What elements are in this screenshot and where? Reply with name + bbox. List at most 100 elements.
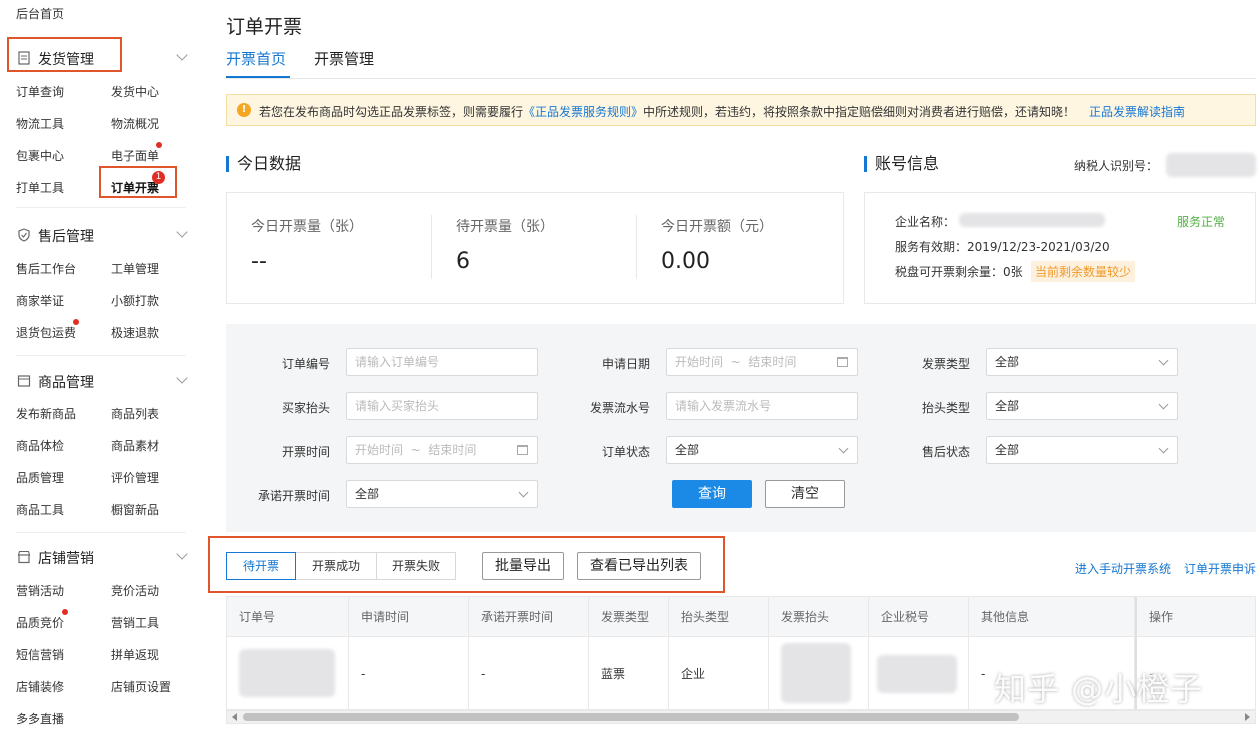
sidebar-item-publish-goods[interactable]: 发布新商品	[16, 405, 76, 422]
col-action: 操作	[1135, 597, 1255, 637]
sidebar-item-aftersale-desk[interactable]: 售后工作台	[16, 260, 76, 277]
chevron-down-icon	[838, 443, 849, 454]
sidebar-item-logistics-tools[interactable]: 物流工具	[16, 115, 64, 132]
sidebar-item-goods-tools[interactable]: 商品工具	[16, 501, 64, 518]
validity-value: 2019/12/23-2021/03/20	[967, 240, 1110, 254]
sidebar-section-aftersale[interactable]: 售后管理	[0, 220, 196, 250]
tab-pending[interactable]: 待开票	[226, 552, 296, 580]
chevron-down-icon[interactable]	[176, 228, 188, 240]
chevron-down-icon[interactable]	[176, 374, 188, 386]
cell-apply-time: -	[349, 637, 469, 709]
sidebar-item-goods-assets[interactable]: 商品素材	[111, 437, 159, 454]
sidebar-item-bidding-events[interactable]: 竞价活动	[111, 582, 159, 599]
sidebar-item-quality-management[interactable]: 品质管理	[16, 469, 64, 486]
sidebar-item-store-decoration[interactable]: 店铺装修	[16, 678, 64, 695]
horizontal-scrollbar[interactable]	[226, 710, 1256, 724]
chevron-down-icon	[1158, 443, 1169, 454]
order-no-input[interactable]: 请输入订单编号	[346, 348, 538, 376]
chevron-down-icon[interactable]	[176, 550, 188, 562]
calendar-icon	[517, 445, 528, 455]
col-invoice-title: 发票抬头	[769, 597, 869, 637]
stat-value: 0.00	[661, 249, 710, 274]
sidebar-item-live-stream[interactable]: 多多直播	[16, 710, 64, 727]
sidebar-item-return-shipping[interactable]: 退货包运费	[16, 324, 76, 341]
order-status-label: 订单状态	[602, 445, 651, 459]
sidebar-item-marketing-events[interactable]: 营销活动	[16, 582, 64, 599]
service-status: 服务正常	[1177, 215, 1226, 229]
buyer-title-input[interactable]: 请输入买家抬头	[346, 392, 538, 420]
query-button[interactable]: 查询	[672, 480, 752, 508]
scrollbar-thumb[interactable]	[243, 713, 1019, 721]
tab-invoice-management[interactable]: 开票管理	[314, 48, 374, 69]
sidebar-item-small-payment[interactable]: 小额打款	[111, 292, 159, 309]
col-apply-time: 申请时间	[349, 597, 469, 637]
sidebar-item-home[interactable]: 后台首页	[16, 5, 64, 22]
scroll-left-icon[interactable]	[232, 713, 237, 721]
sidebar-item-package-center[interactable]: 包裹中心	[16, 147, 64, 164]
clear-button[interactable]: 清空	[765, 480, 845, 508]
title-type-select[interactable]: 全部	[986, 392, 1178, 420]
col-title-type: 抬头类型	[669, 597, 769, 637]
today-stats-card: 今日开票量（张） -- 待开票量（张） 6 今日开票额（元） 0.00	[226, 192, 844, 304]
redacted-tax-id	[1166, 153, 1256, 177]
notification-dot	[73, 319, 79, 325]
order-status-select[interactable]: 全部	[666, 436, 858, 464]
sidebar-item-window-new[interactable]: 橱窗新品	[111, 501, 159, 518]
remaining-line: 税盘可开票剩余量：0张	[895, 265, 1023, 279]
notice-text: 若您在发布商品时勾选正品发票标签，则需要履行《正品发票服务规则》中所述规则，若违…	[259, 105, 1076, 119]
sidebar-item-review-management[interactable]: 评价管理	[111, 469, 159, 486]
watermark: 知乎 @小橙子	[994, 670, 1204, 708]
divider	[16, 207, 186, 208]
redacted-invoice-title	[781, 643, 851, 703]
sidebar-item-goods-check[interactable]: 商品体检	[16, 437, 64, 454]
sidebar-item-quick-refund[interactable]: 极速退款	[111, 324, 159, 341]
buyer-title-label: 买家抬头	[282, 401, 331, 415]
sidebar-item-print-tool[interactable]: 打单工具	[16, 179, 64, 196]
sidebar-item-group-cashback[interactable]: 拼单返现	[111, 646, 159, 663]
divider	[226, 78, 1256, 79]
sidebar-item-order-query[interactable]: 订单查询	[16, 83, 64, 100]
tab-invoice-home[interactable]: 开票首页	[226, 48, 286, 69]
section-title: 售后管理	[38, 229, 94, 245]
scroll-right-icon[interactable]	[1245, 713, 1250, 721]
sidebar-section-marketing[interactable]: 店铺营销	[0, 542, 196, 572]
page-title: 订单开票	[226, 16, 303, 38]
rules-link[interactable]: 《正品发票服务规则》	[523, 105, 643, 119]
calendar-icon	[837, 357, 848, 367]
sidebar-item-merchant-evidence[interactable]: 商家举证	[16, 292, 64, 309]
issue-time-label: 开票时间	[282, 445, 331, 459]
chevron-down-icon[interactable]	[176, 51, 188, 63]
sidebar-item-shipping-center[interactable]: 发货中心	[111, 83, 159, 100]
col-order-no: 订单号	[227, 597, 349, 637]
aftersale-status-select[interactable]: 全部	[986, 436, 1178, 464]
warning-icon: !	[237, 103, 251, 117]
issue-time-range[interactable]: 开始时间 ~ 结束时间	[346, 436, 538, 464]
chevron-down-icon	[1158, 399, 1169, 410]
sidebar-section-goods[interactable]: 商品管理	[0, 366, 196, 396]
stat-label: 今日开票量（张）	[251, 219, 363, 235]
apply-date-range[interactable]: 开始时间 ~ 结束时间	[666, 348, 858, 376]
manual-invoice-system-link[interactable]: 进入手动开票系统	[1075, 560, 1171, 577]
cell-promised-time: -	[469, 637, 589, 709]
sidebar-item-sms-marketing[interactable]: 短信营销	[16, 646, 64, 663]
invoice-type-label: 发票类型	[922, 357, 971, 371]
redacted-tax-id	[877, 655, 957, 693]
invoice-appeal-link[interactable]: 订单开票申诉	[1184, 560, 1256, 577]
sidebar-item-store-page-settings[interactable]: 店铺页设置	[111, 678, 171, 695]
sidebar-item-goods-list[interactable]: 商品列表	[111, 405, 159, 422]
chevron-down-icon	[518, 487, 529, 498]
stat-label: 今日开票额（元）	[661, 219, 773, 235]
sidebar-item-ticket-management[interactable]: 工单管理	[111, 260, 159, 277]
sidebar-item-e-waybill[interactable]: 电子面单	[111, 147, 159, 164]
order-no-label: 订单编号	[282, 357, 331, 371]
account-info-title: 账号信息	[864, 156, 939, 172]
invoice-type-select[interactable]: 全部	[986, 348, 1178, 376]
sidebar-item-logistics-overview[interactable]: 物流概况	[111, 115, 159, 132]
sidebar-item-marketing-tools[interactable]: 营销工具	[111, 614, 159, 631]
promised-time-select[interactable]: 全部	[346, 480, 538, 508]
stat-value: --	[251, 249, 267, 274]
guide-link[interactable]: 正品发票解读指南	[1089, 103, 1185, 120]
stat-value: 6	[456, 249, 470, 274]
sidebar-item-quality-bidding[interactable]: 品质竞价	[16, 614, 64, 631]
invoice-serial-input[interactable]: 请输入发票流水号	[666, 392, 858, 420]
